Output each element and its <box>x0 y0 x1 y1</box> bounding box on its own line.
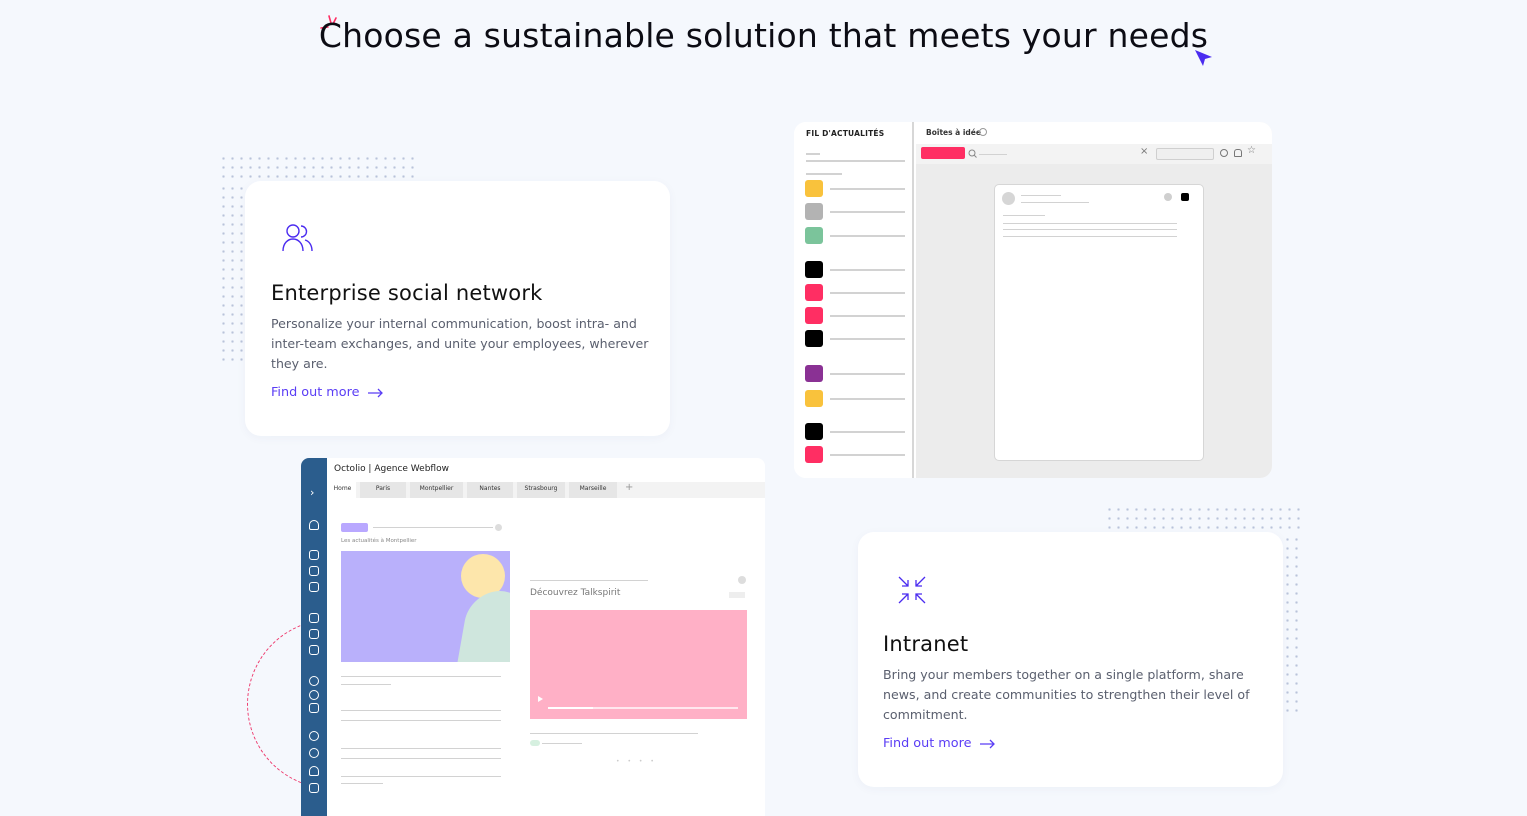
feed-category-label <box>830 292 905 294</box>
feed-category-label <box>830 454 905 456</box>
find-out-more-link[interactable]: Find out more <box>883 736 996 751</box>
settings-sliders-icon[interactable] <box>309 783 319 793</box>
feed-category-item[interactable] <box>805 261 823 278</box>
notification-icon[interactable] <box>1234 149 1242 157</box>
feed-category-item[interactable] <box>805 446 823 463</box>
star-icon[interactable]: ☆ <box>1247 145 1256 156</box>
feed-sidebar-title: FIL D'ACTUALITÉS <box>806 129 885 138</box>
tab-home[interactable]: Home <box>329 482 356 498</box>
cursor-pointer-icon <box>1195 50 1212 66</box>
document-icon[interactable] <box>309 566 319 576</box>
tab-nantes[interactable]: Nantes <box>467 482 513 498</box>
feed-category-item[interactable] <box>805 284 823 301</box>
card-description: Bring your members together on a single … <box>883 667 1250 722</box>
intranet-home-screenshot: › Octolio | Agence Webflow Home Paris Mo… <box>301 458 765 816</box>
feed-main-area: Boîtes à idée × ☆ <box>916 122 1272 478</box>
bell-icon[interactable] <box>309 520 319 530</box>
target-icon[interactable] <box>309 731 319 741</box>
feed-category-item[interactable] <box>805 390 823 407</box>
tab-paris[interactable]: Paris <box>360 482 406 498</box>
feed-category-label <box>830 431 905 433</box>
globe-icon[interactable] <box>309 690 319 700</box>
users-icon <box>282 224 313 252</box>
feed-category-label <box>830 235 905 237</box>
tab-marseille[interactable]: Marseille <box>569 482 617 498</box>
arrows-inward-icon <box>898 576 926 604</box>
location-tabs: Home Paris Montpellier Nantes Strasbourg… <box>329 482 765 498</box>
page-headline: Choose a sustainable solution that meets… <box>318 16 1209 55</box>
discover-heading: Découvrez Talkspirit <box>530 588 621 598</box>
feed-category-item[interactable] <box>805 330 823 347</box>
feed-category-item[interactable] <box>805 180 823 197</box>
feed-category-label <box>830 315 905 317</box>
tab-strasbourg[interactable]: Strasbourg <box>517 482 565 498</box>
card-title: Enterprise social network <box>271 281 543 305</box>
feed-category-label <box>830 269 905 271</box>
feed-new-post-button[interactable] <box>921 147 965 159</box>
dot-grid-decoration <box>1105 505 1302 535</box>
feed-category-item[interactable] <box>805 227 823 244</box>
play-icon[interactable] <box>538 696 543 702</box>
book-icon[interactable] <box>309 613 319 623</box>
section-label <box>341 523 368 532</box>
calendar-icon[interactable] <box>309 645 319 655</box>
dot-grid-decoration <box>1283 535 1302 717</box>
link-label: Find out more <box>271 385 360 400</box>
app-sidebar-rail: › <box>301 458 327 816</box>
chat-icon[interactable] <box>309 582 319 592</box>
feed-category-item[interactable] <box>805 203 823 220</box>
tab-montpellier[interactable]: Montpellier <box>410 482 463 498</box>
dot-grid-decoration <box>219 154 415 184</box>
link-label: Find out more <box>883 736 972 751</box>
feed-category-item[interactable] <box>805 365 823 382</box>
search-icon <box>968 149 977 158</box>
close-icon[interactable]: × <box>1140 146 1148 157</box>
people-icon[interactable] <box>309 676 319 686</box>
feed-category-label <box>830 373 905 375</box>
card-title: Intranet <box>883 632 969 656</box>
feed-category-item[interactable] <box>805 423 823 440</box>
feed-post-card <box>994 184 1204 461</box>
card-description: Personalize your internal communication,… <box>271 316 649 371</box>
user-icon[interactable] <box>309 766 319 776</box>
feed-page-title: Boîtes à idée <box>926 128 981 137</box>
feed-category-label <box>830 398 905 400</box>
dot-grid-decoration <box>219 184 245 366</box>
site-title: Octolio | Agence Webflow <box>334 464 449 474</box>
feed-category-label <box>830 188 905 190</box>
chevron-right-icon[interactable]: › <box>310 486 314 499</box>
feed-sidebar: FIL D'ACTUALITÉS <box>794 122 914 478</box>
settings-icon[interactable] <box>1220 149 1228 157</box>
intranet-card: Intranet Bring your members together on … <box>858 532 1283 787</box>
feed-category-label <box>830 211 905 213</box>
feed-category-label <box>830 338 905 340</box>
add-tab-icon[interactable]: + <box>621 482 633 498</box>
news-caption: Les actualités à Montpellier <box>341 538 417 544</box>
arrow-right-icon <box>980 739 996 748</box>
find-out-more-link[interactable]: Find out more <box>271 385 384 400</box>
enterprise-social-network-card: Enterprise social network Personalize yo… <box>245 181 670 436</box>
news-feed-screenshot: FIL D'ACTUALITÉS Boîtes à idée × ☆ <box>794 122 1272 478</box>
home-icon[interactable] <box>309 550 319 560</box>
inbox-icon[interactable] <box>309 629 319 639</box>
video-player[interactable] <box>530 610 747 719</box>
arrow-right-icon <box>368 388 384 397</box>
help-icon[interactable] <box>309 748 319 758</box>
news-image-tile <box>341 551 510 662</box>
feed-category-item[interactable] <box>805 307 823 324</box>
apps-icon[interactable] <box>309 703 319 713</box>
